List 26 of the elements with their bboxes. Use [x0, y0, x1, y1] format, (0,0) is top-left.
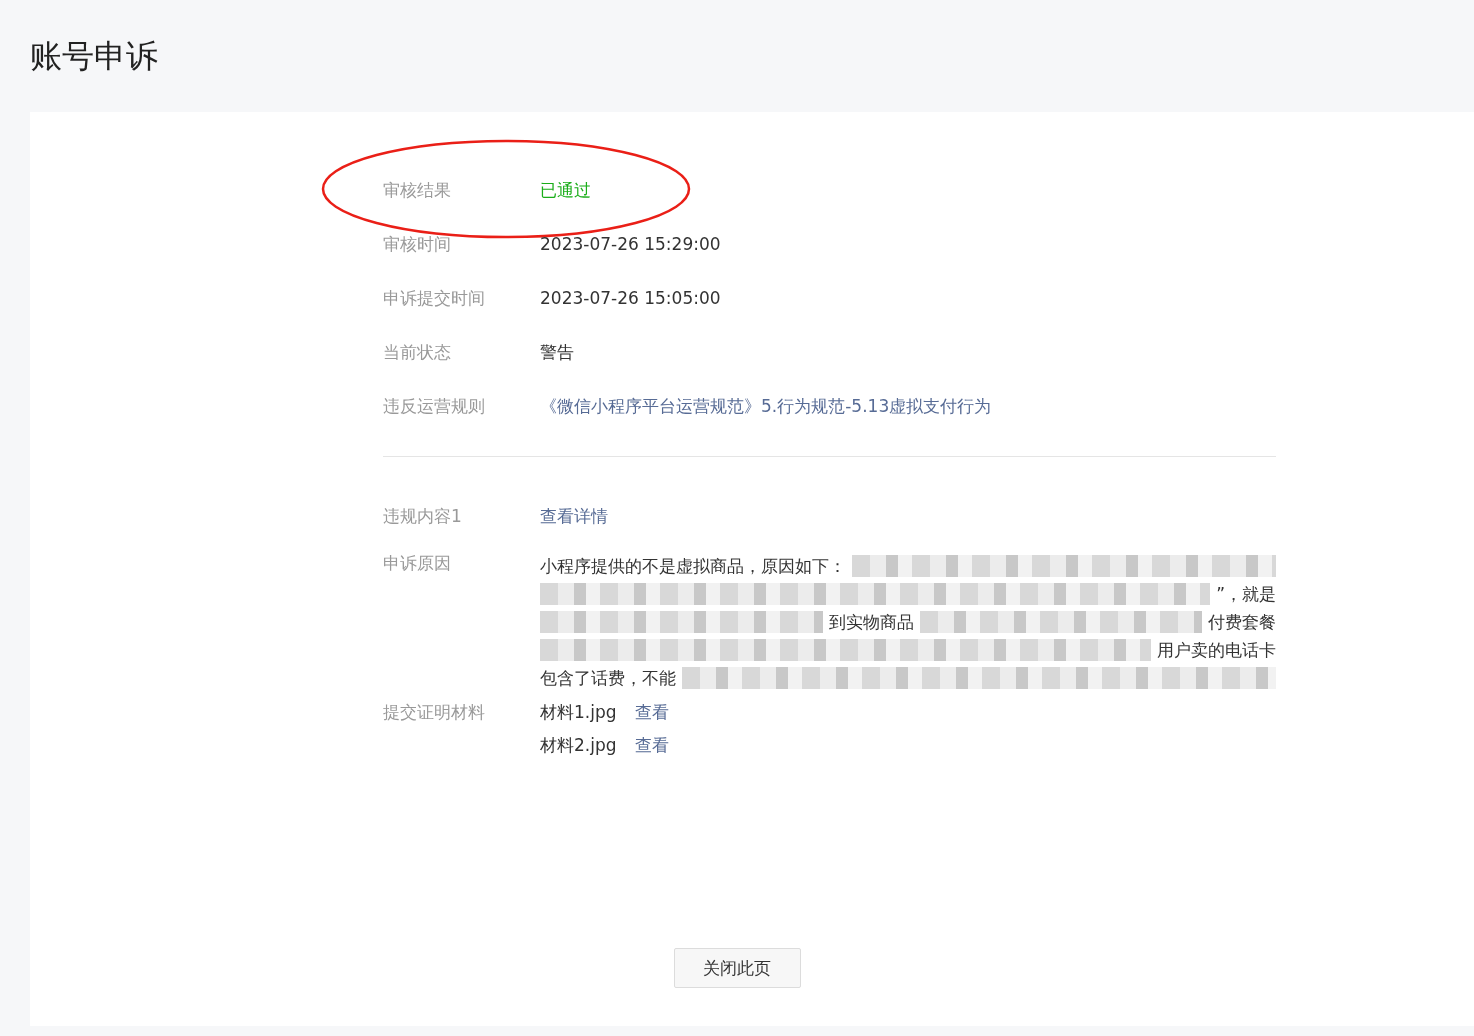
field-label: 违反运营规则: [383, 394, 486, 418]
page-title: 账号申诉: [30, 36, 159, 77]
field-label: 申诉原因: [383, 552, 452, 575]
field-label: 违规内容1: [383, 504, 463, 528]
field-value: 2023-07-26 15:29:00: [540, 234, 721, 254]
field-label: 审核结果: [383, 178, 452, 202]
close-page-button[interactable]: 关闭此页: [673, 948, 801, 988]
view-link[interactable]: 查看: [634, 734, 669, 757]
field-value: 警告: [540, 340, 574, 364]
field-label: 申诉提交时间: [383, 286, 486, 310]
reason-text: 包含了话费，不能: [540, 666, 676, 690]
reason-text: 用户卖的电话卡: [1157, 638, 1276, 662]
reason-text: 到实物商品: [828, 610, 914, 634]
field-label: 审核时间: [383, 232, 452, 256]
reason-text: 小程序提供的不是虚拟商品，原因如下：: [540, 554, 846, 578]
field-label: 当前状态: [383, 340, 452, 364]
field-label: 提交证明材料: [383, 701, 486, 724]
field-value: 2023-07-26 15:05:00: [540, 288, 721, 308]
reason-text: ”，就是: [1216, 582, 1276, 606]
reason-text: 付费套餐: [1208, 610, 1276, 634]
status-value: 已通过: [540, 178, 591, 202]
details-link[interactable]: 查看详情: [540, 504, 608, 528]
rule-link[interactable]: 《微信小程序平台运营规范》5.行为规范-5.13虚拟支付行为: [540, 394, 992, 418]
view-link[interactable]: 查看: [634, 701, 669, 724]
file-name: 材料1.jpg: [540, 701, 617, 724]
file-name: 材料2.jpg: [540, 734, 617, 757]
